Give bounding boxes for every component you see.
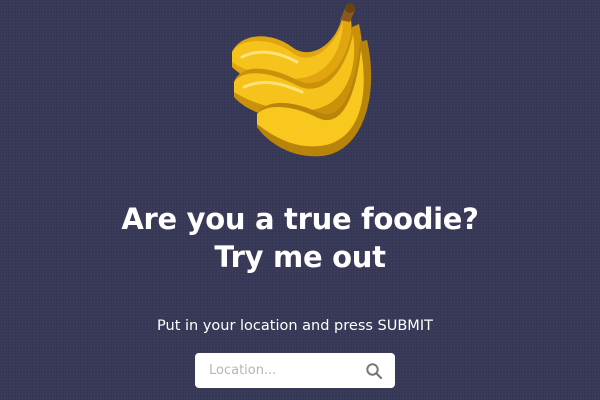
headline-line-1: Are you a true foodie? <box>121 202 479 236</box>
search-icon[interactable] <box>365 362 383 380</box>
instruction-text: Put in your location and press SUBMIT <box>157 318 433 334</box>
headline-line-2: Try me out <box>214 240 386 274</box>
headline: Are you a true foodie? Try me out <box>0 200 600 276</box>
banana-bunch-icon <box>232 3 372 157</box>
location-input[interactable] <box>195 353 355 388</box>
location-search-box <box>195 353 395 388</box>
